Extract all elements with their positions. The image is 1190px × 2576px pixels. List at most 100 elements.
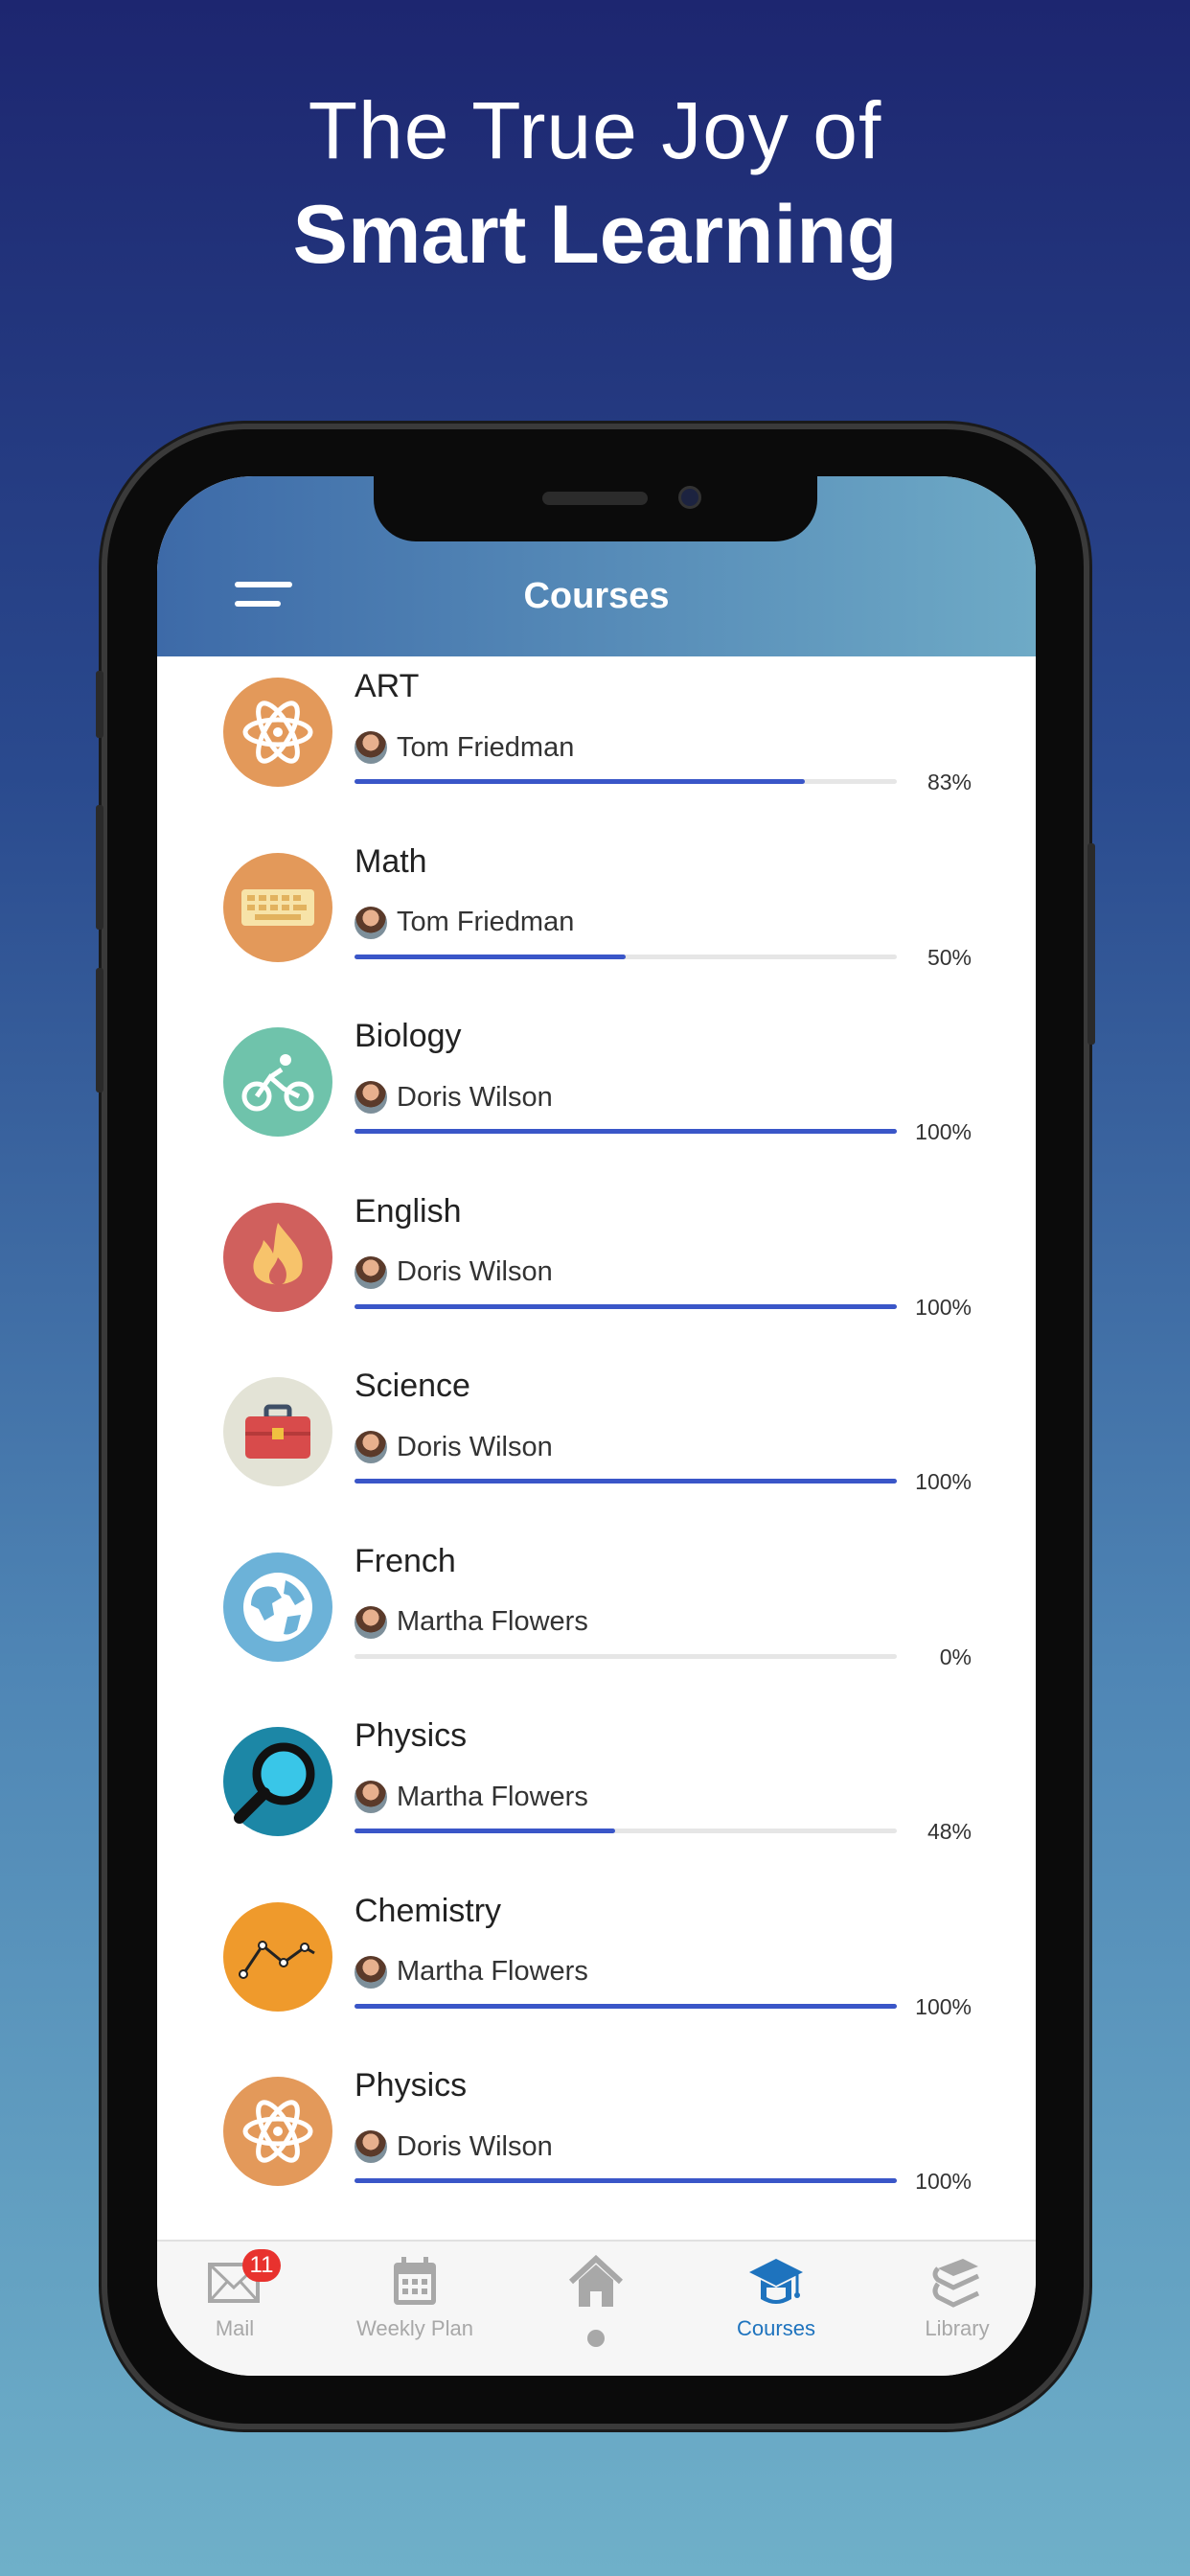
course-teacher: Martha Flowers	[355, 1605, 588, 1639]
course-name: ART	[355, 668, 420, 704]
course-row[interactable]: Biology Doris Wilson 100%	[157, 997, 1036, 1171]
teacher-avatar	[355, 1605, 387, 1639]
graduation-cap-icon	[749, 2259, 803, 2304]
promo-line-2: Smart Learning	[292, 189, 898, 281]
course-row[interactable]: Physics Martha Flowers 48%	[157, 1696, 1036, 1871]
course-name: Physics	[355, 2067, 468, 2104]
progress-percent: 50%	[927, 944, 972, 970]
teacher-name: Tom Friedman	[397, 907, 575, 937]
globe-icon	[223, 1552, 332, 1662]
page-title: Courses	[523, 576, 670, 616]
progress-percent: 100%	[915, 1294, 972, 1320]
flame-icon	[223, 1202, 332, 1312]
atom-icon	[223, 2077, 332, 2186]
toolbox-icon	[223, 1377, 332, 1486]
teacher-avatar	[355, 1255, 387, 1289]
course-name: French	[355, 1542, 456, 1579]
teacher-name: Doris Wilson	[397, 1081, 553, 1113]
tab-home[interactable]	[510, 2242, 682, 2376]
course-row[interactable]: ART Tom Friedman 83%	[157, 647, 1036, 821]
course-row[interactable]: French Martha Flowers 0%	[157, 1522, 1036, 1696]
progress-fill	[355, 1828, 615, 1833]
progress-percent: 100%	[915, 2169, 972, 2194]
progress-fill	[355, 954, 626, 959]
progress-fill	[355, 2178, 897, 2183]
promo-line-1: The True Joy of	[308, 85, 882, 175]
progress-bar	[355, 954, 897, 959]
teacher-name: Tom Friedman	[397, 731, 575, 763]
magnifier-icon	[223, 1727, 332, 1836]
course-row[interactable]: Science Doris Wilson 100%	[157, 1346, 1036, 1521]
progress-bar	[355, 1653, 897, 1659]
tab-weekly-plan[interactable]: Weekly Plan	[329, 2242, 501, 2376]
teacher-name: Martha Flowers	[397, 1956, 588, 1987]
teacher-avatar	[355, 1781, 387, 1813]
books-icon	[932, 2259, 980, 2308]
progress-fill	[355, 1129, 897, 1134]
course-teacher: Tom Friedman	[355, 906, 575, 939]
teacher-avatar	[355, 1431, 387, 1463]
tab-library[interactable]: Library	[871, 2242, 1036, 2376]
course-name: Science	[355, 1368, 470, 1404]
course-teacher: Martha Flowers	[355, 1955, 588, 1989]
progress-bar	[355, 1129, 897, 1134]
teacher-avatar	[355, 1955, 387, 1989]
course-name: Biology	[355, 1018, 462, 1054]
teacher-avatar	[355, 906, 387, 939]
progress-bar	[355, 1479, 897, 1484]
course-teacher: Tom Friedman	[355, 731, 574, 764]
home-icon	[568, 2255, 624, 2307]
tab-bar: 11 Mail Weekly Plan Courses Library	[157, 2240, 1036, 2376]
progress-fill	[355, 2003, 897, 2009]
course-name: Chemistry	[355, 1892, 502, 1929]
camera	[678, 486, 701, 509]
tab-label: Library	[925, 2316, 990, 2340]
teacher-name: Martha Flowers	[397, 1606, 588, 1637]
teacher-avatar	[355, 731, 387, 764]
calendar-icon	[394, 2257, 436, 2305]
progress-bar	[355, 1828, 897, 1833]
progress-bar	[355, 2003, 897, 2009]
progress-percent: 48%	[927, 1819, 972, 1844]
teacher-avatar	[355, 1081, 387, 1114]
teacher-name: Doris Wilson	[397, 1431, 553, 1462]
course-name: English	[355, 1192, 462, 1230]
unread-badge: 11	[242, 2249, 281, 2282]
course-teacher: Doris Wilson	[355, 1255, 553, 1289]
home-indicator-dot	[587, 2330, 605, 2347]
course-row[interactable]: Chemistry Martha Flowers 100%	[157, 1872, 1036, 2046]
progress-percent: 100%	[915, 1993, 972, 2019]
teacher-name: Martha Flowers	[397, 1781, 588, 1812]
tab-courses[interactable]: Courses	[690, 2242, 862, 2376]
phone-side-button	[1087, 843, 1095, 1045]
keyboard-icon	[223, 852, 332, 962]
course-row[interactable]: Math Tom Friedman 50%	[157, 822, 1036, 997]
line-chart-icon	[223, 1901, 332, 2012]
atom-icon	[223, 678, 332, 787]
progress-bar	[355, 1303, 897, 1309]
tab-label: Courses	[737, 2316, 815, 2340]
progress-percent: 100%	[915, 1469, 972, 1494]
course-teacher: Doris Wilson	[355, 2130, 553, 2163]
bicycle-icon	[223, 1027, 332, 1137]
tab-mail[interactable]: 11 Mail	[157, 2242, 321, 2376]
progress-fill	[355, 779, 805, 784]
speaker	[542, 492, 648, 505]
progress-bar	[355, 2178, 897, 2183]
progress-fill	[355, 1303, 897, 1309]
course-name: Math	[355, 842, 427, 880]
phone-mute-switch	[96, 671, 103, 738]
progress-percent: 83%	[927, 770, 972, 794]
teacher-name: Doris Wilson	[397, 1256, 553, 1287]
course-row[interactable]: Physics Doris Wilson 100%	[157, 2046, 1036, 2220]
progress-bar	[355, 779, 897, 784]
app-screen: Courses ART Tom Friedman 83% Math Tom Fr…	[157, 476, 1036, 2376]
course-name: Physics	[355, 1717, 468, 1754]
course-row[interactable]: English Doris Wilson 100%	[157, 1172, 1036, 1346]
course-teacher: Doris Wilson	[355, 1081, 553, 1114]
progress-fill	[355, 1479, 897, 1484]
progress-percent: 0%	[939, 1644, 972, 1669]
tab-label: Weekly Plan	[356, 2316, 473, 2340]
progress-percent: 100%	[915, 1119, 972, 1144]
teacher-name: Doris Wilson	[397, 2130, 553, 2162]
